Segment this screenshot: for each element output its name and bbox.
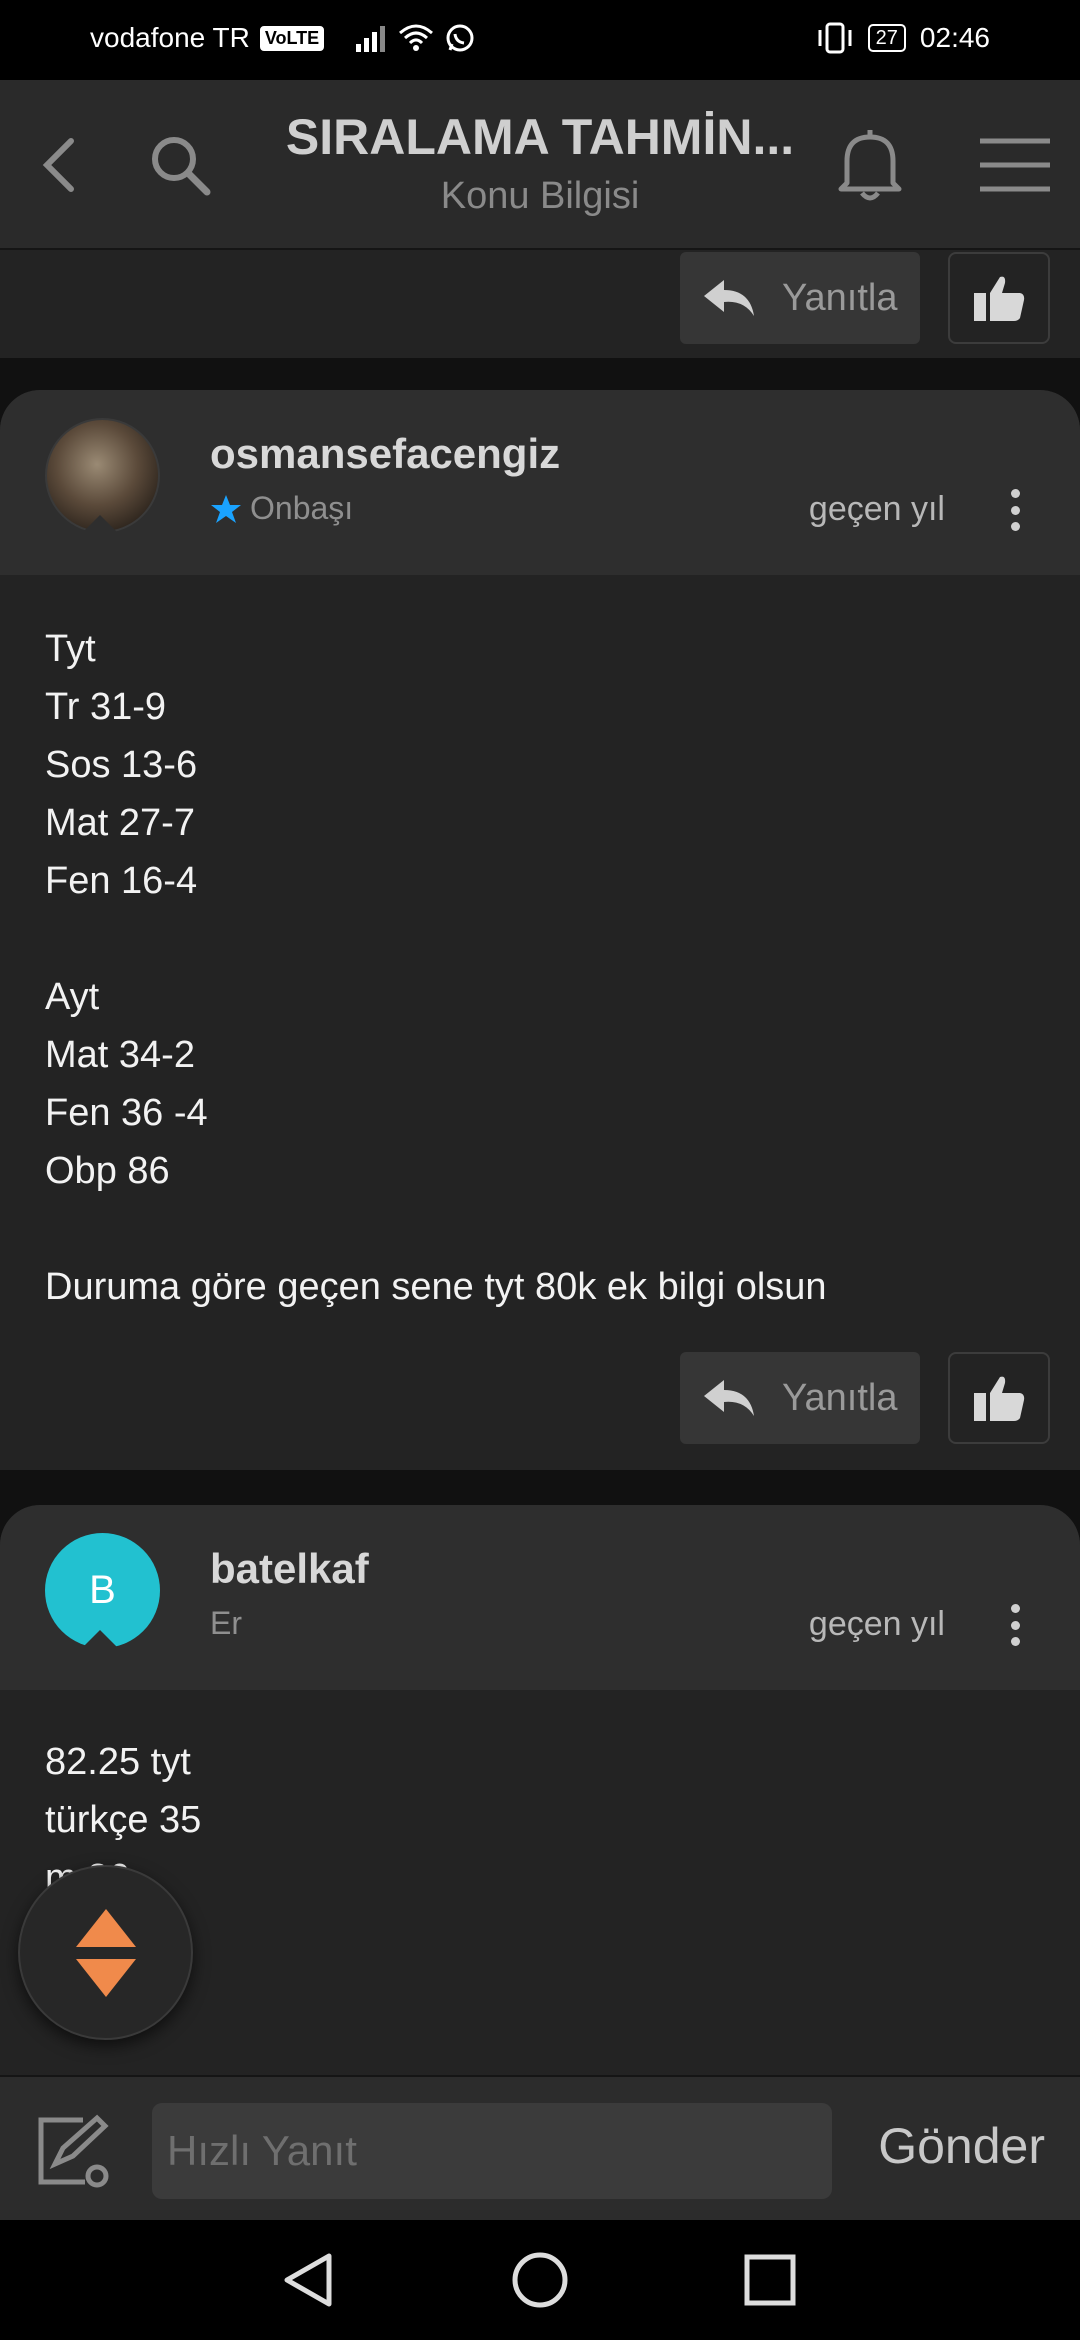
app-header: SIRALAMA TAHMİN... Konu Bilgisi (0, 80, 1080, 250)
clock: 02:46 (919, 22, 990, 53)
rank-label: Er (210, 1605, 242, 1641)
reply-label: Yanıtla (782, 1376, 898, 1419)
system-nav-bar (0, 2220, 1080, 2340)
post-card: osmansefacengiz Onbaşı geçen yıl Tyt Tr … (0, 390, 1080, 1470)
send-button[interactable]: Gönder (878, 2117, 1045, 2175)
reply-arrow-icon (704, 280, 754, 316)
user-rank: Er (210, 1605, 242, 1642)
search-button[interactable] (140, 125, 220, 205)
status-left: vodafone TR VoLTE (90, 22, 476, 54)
volte-badge: VoLTE (259, 25, 325, 51)
status-icons (354, 22, 476, 54)
quick-reply-bar: Gönder (0, 2075, 1080, 2220)
star-icon (211, 494, 241, 523)
more-options-button[interactable] (1000, 485, 1030, 535)
thumbs-up-icon (974, 276, 1025, 321)
whatsapp-icon (446, 24, 474, 52)
bell-icon (838, 130, 902, 201)
vibrate-icon (818, 22, 852, 54)
reply-label: Yanıtla (782, 276, 898, 319)
status-right: 27 02:46 (816, 22, 990, 54)
hamburger-menu-icon (980, 138, 1050, 192)
previous-post-footer: Yanıtla (0, 250, 1080, 358)
battery-indicator: 27 (867, 24, 906, 52)
notifications-button[interactable] (830, 125, 910, 205)
page-subtitle: Konu Bilgisi (440, 175, 640, 217)
reply-button[interactable]: Yanıtla (680, 252, 920, 344)
post-header: osmansefacengiz Onbaşı geçen yıl (0, 390, 1080, 575)
user-rank: Onbaşı (210, 490, 353, 527)
back-triangle-icon (284, 2253, 332, 2307)
more-options-button[interactable] (1000, 1600, 1030, 1650)
reply-button[interactable]: Yanıtla (680, 1352, 920, 1444)
status-bar: vodafone TR VoLTE 27 02:46 (0, 0, 1080, 80)
wifi-icon (399, 24, 434, 51)
thread-content[interactable]: Yanıtla osmansefacengiz Onbaşı geçen yıl… (0, 250, 1080, 2075)
nav-recents-button[interactable] (735, 2245, 805, 2315)
recents-square-icon (744, 2254, 796, 2306)
nav-back-button[interactable] (273, 2245, 343, 2315)
header-notch (70, 1630, 130, 1660)
home-circle-icon (512, 2252, 568, 2308)
advanced-compose-button[interactable] (35, 2112, 115, 2192)
thumbs-up-icon (974, 1376, 1025, 1421)
nav-home-button[interactable] (505, 2245, 575, 2315)
like-button[interactable] (948, 252, 1050, 344)
rank-label: Onbaşı (250, 490, 354, 526)
like-button[interactable] (948, 1352, 1050, 1444)
page-title: SIRALAMA TAHMİN... (285, 109, 795, 165)
signal-icon (356, 26, 386, 52)
quick-reply-input[interactable] (152, 2103, 832, 2199)
search-icon (152, 137, 211, 196)
back-button[interactable] (20, 125, 100, 205)
compose-settings-icon (38, 2114, 109, 2188)
post-header: B batelkaf Er geçen yıl (0, 1505, 1080, 1690)
back-arrow-icon (42, 138, 74, 192)
up-down-arrows-icon (75, 1908, 136, 1997)
post-username[interactable]: batelkaf (210, 1545, 369, 1593)
menu-button[interactable] (975, 125, 1055, 205)
post-body: Tyt Tr 31-9 Sos 13-6 Mat 27-7 Fen 16-4 A… (45, 628, 827, 1308)
header-notch (70, 515, 130, 545)
post-time: geçen yıl (808, 490, 945, 528)
scroll-toggle-button[interactable] (18, 1865, 193, 2040)
carrier-name: vodafone TR (90, 22, 250, 53)
post-time: geçen yıl (808, 1605, 945, 1643)
reply-arrow-icon (704, 1380, 754, 1416)
post-username[interactable]: osmansefacengiz (210, 430, 560, 478)
